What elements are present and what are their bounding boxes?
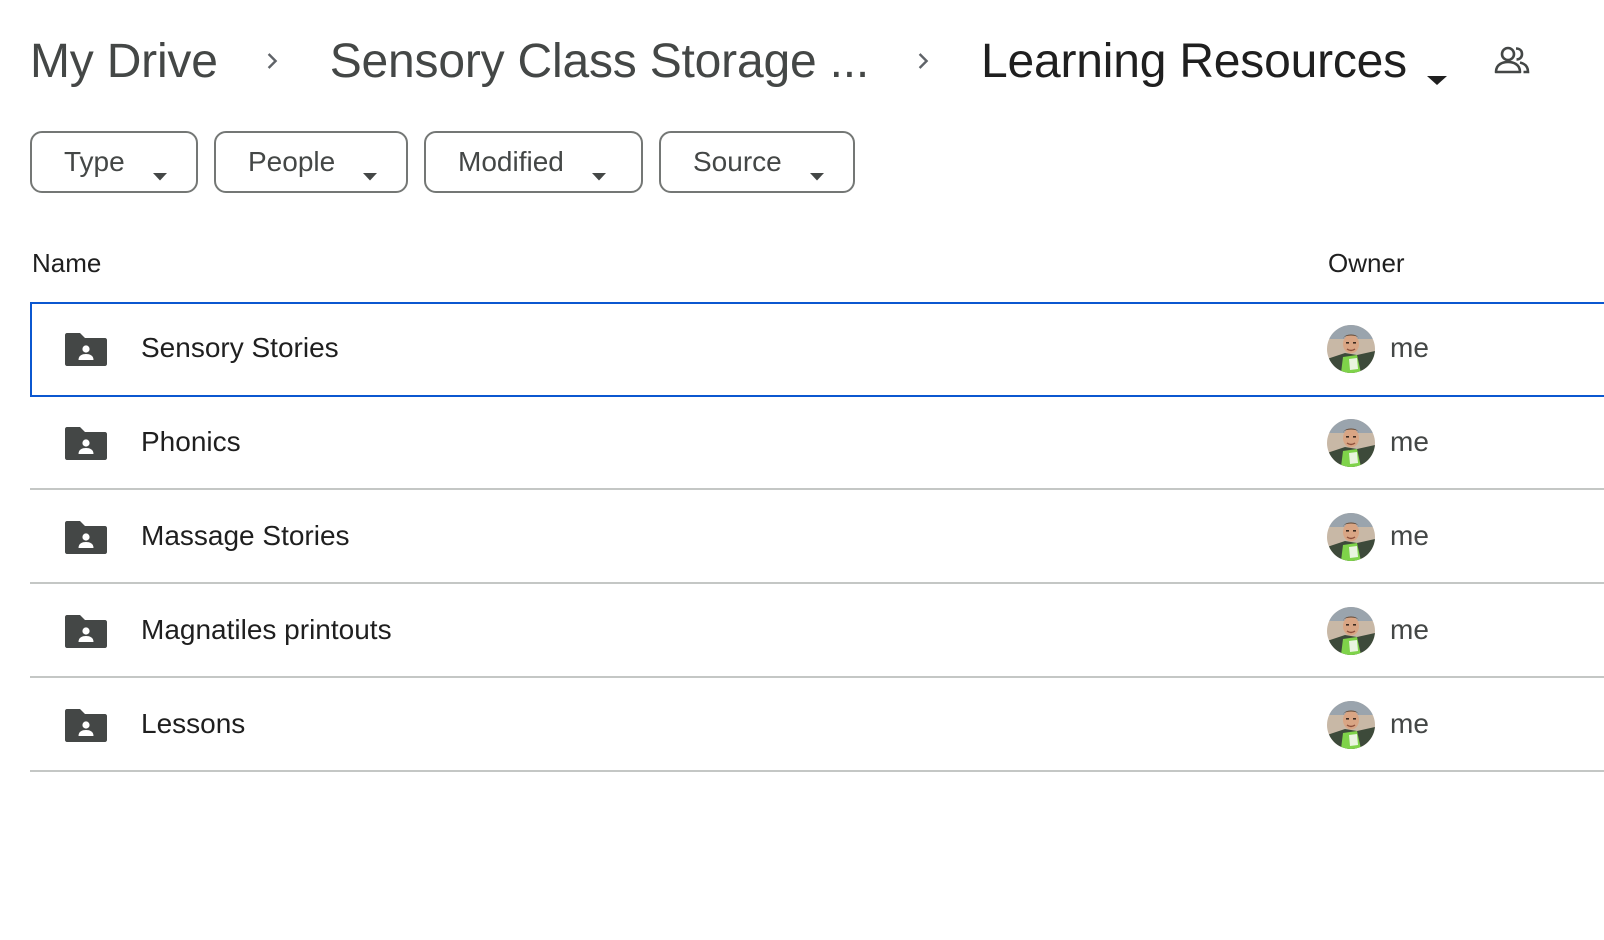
filter-source-label: Source [693, 146, 782, 177]
shared-folder-icon [64, 613, 108, 649]
owner-name: me [1390, 332, 1429, 363]
file-list: Sensory Stories me Phonics me Massage St… [30, 302, 1604, 772]
breadcrumb-sensory-class-storage[interactable]: Sensory Class Storage ... [330, 34, 869, 89]
table-row[interactable]: Massage Stories me [30, 490, 1604, 584]
filter-source-chip[interactable]: Source [659, 131, 855, 193]
owner-name: me [1390, 520, 1429, 551]
filter-type-chip[interactable]: Type [30, 131, 198, 193]
caret-down-icon [590, 157, 608, 181]
file-name: Lessons [141, 708, 246, 739]
current-folder-title: Learning Resources [980, 34, 1407, 88]
filter-modified-label: Modified [458, 146, 564, 177]
file-name: Massage Stories [141, 520, 350, 551]
file-name: Sensory Stories [141, 332, 339, 363]
chevron-right-icon [911, 49, 935, 73]
file-name: Magnatiles printouts [141, 614, 392, 645]
table-row[interactable]: Phonics me [30, 396, 1604, 490]
column-header-name[interactable]: Name [32, 248, 101, 279]
breadcrumb-my-drive[interactable]: My Drive [30, 34, 218, 89]
people-icon[interactable] [1493, 42, 1531, 80]
owner-avatar [1327, 701, 1375, 749]
filter-people-label: People [248, 146, 336, 177]
owner-avatar [1327, 419, 1375, 467]
owner-avatar [1327, 607, 1375, 655]
filter-modified-chip[interactable]: Modified [424, 131, 643, 193]
file-name: Phonics [141, 426, 241, 457]
filter-type-label: Type [64, 146, 125, 177]
shared-folder-icon [64, 707, 108, 743]
drive-folder-view: My Drive Sensory Class Storage ... Learn… [0, 0, 1604, 940]
column-header-owner[interactable]: Owner [1328, 248, 1405, 279]
owner-name: me [1390, 426, 1429, 457]
owner-name: me [1390, 708, 1429, 739]
owner-avatar [1327, 325, 1375, 373]
chevron-right-icon [260, 49, 284, 73]
caret-down-icon [808, 157, 826, 181]
table-row[interactable]: Lessons me [30, 678, 1604, 772]
caret-down-icon [1425, 49, 1449, 85]
breadcrumb: My Drive Sensory Class Storage ... Learn… [30, 26, 1531, 96]
filter-people-chip[interactable]: People [214, 131, 408, 193]
table-header: Name Owner [32, 240, 1604, 288]
shared-folder-icon [64, 331, 108, 367]
table-row[interactable]: Sensory Stories me [30, 302, 1604, 397]
caret-down-icon [151, 157, 169, 181]
shared-folder-icon [64, 519, 108, 555]
filter-chips: Type People Modified Source [30, 131, 855, 193]
owner-name: me [1390, 614, 1429, 645]
owner-avatar [1327, 513, 1375, 561]
caret-down-icon [361, 157, 379, 181]
breadcrumb-current-folder[interactable]: Learning Resources [981, 34, 1449, 89]
table-row[interactable]: Magnatiles printouts me [30, 584, 1604, 678]
shared-folder-icon [64, 425, 108, 461]
